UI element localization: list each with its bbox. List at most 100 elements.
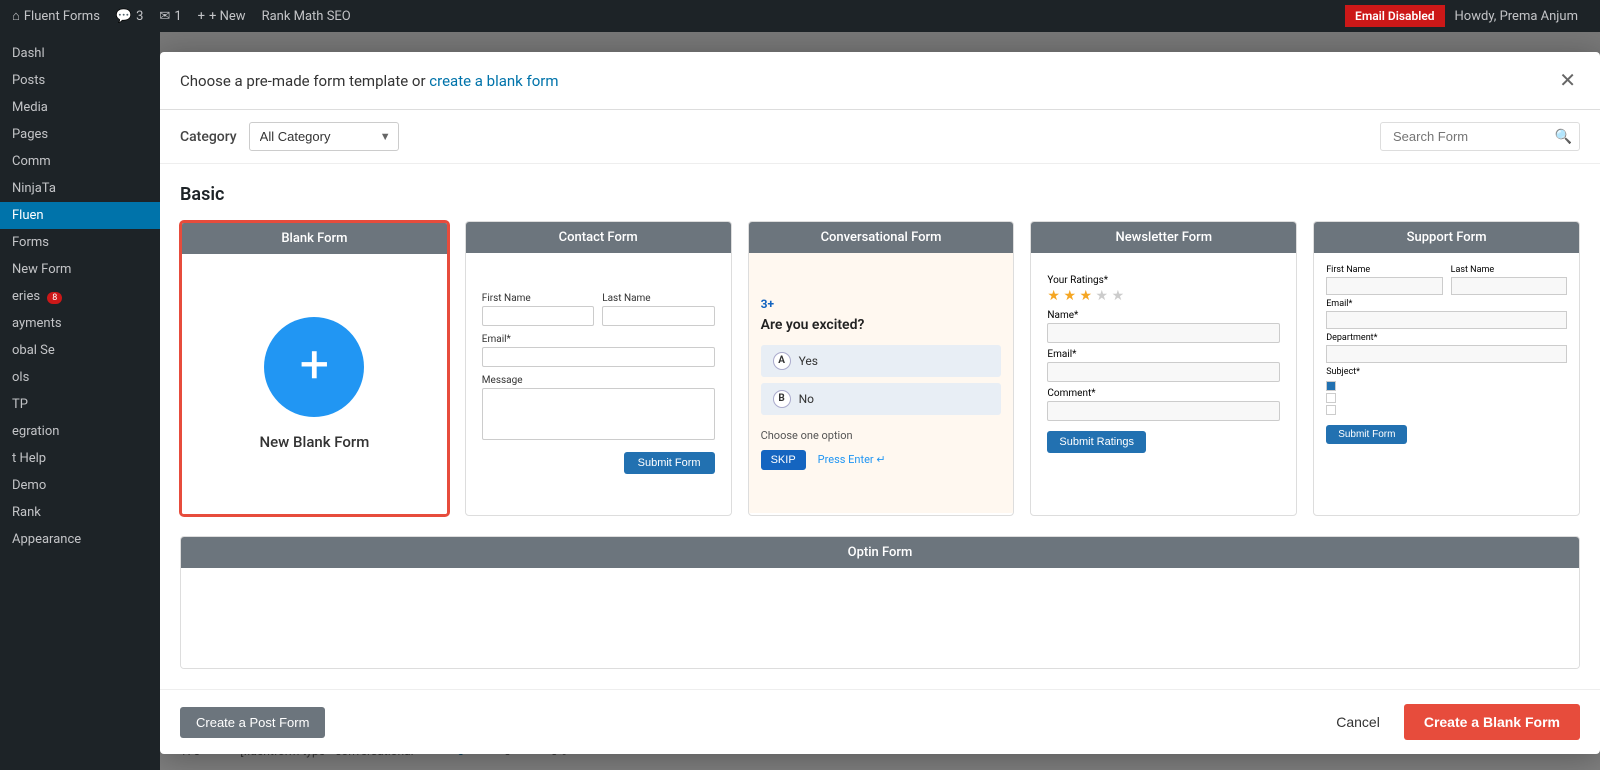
rank-math-item[interactable]: Rank Math SEO [262, 9, 351, 24]
newsletter-email-input [1047, 362, 1280, 382]
message-icon: ✉ [159, 9, 170, 24]
contact-lastname-field: Last Name [602, 293, 714, 326]
optin-form-body [181, 568, 1579, 668]
email-disabled-badge[interactable]: Email Disabled [1345, 5, 1444, 27]
sidebar-item-comments[interactable]: Comm [0, 148, 160, 175]
conv-footer: SKIP Press Enter ↵ [761, 450, 1002, 470]
newsletter-name-input [1047, 323, 1280, 343]
template-card-support[interactable]: Support Form First Name [1313, 221, 1580, 516]
conv-skip-btn: SKIP [761, 450, 806, 470]
star-1: ★ [1047, 288, 1060, 304]
sidebar-item-tools[interactable]: ols [0, 364, 160, 391]
newsletter-form-header: Newsletter Form [1031, 222, 1296, 253]
optin-form-header: Optin Form [181, 537, 1579, 568]
sidebar-item-help[interactable]: t Help [0, 445, 160, 472]
howdy-text: Howdy, Prema Anjum [1445, 9, 1588, 24]
sidebar-item-posts[interactable]: Posts [0, 67, 160, 94]
newsletter-form-body: Your Ratings* ★ ★ ★ ★ ★ Name* [1031, 253, 1296, 513]
sidebar-item-pages[interactable]: Pages [0, 121, 160, 148]
modal-close-button[interactable]: ✕ [1555, 68, 1580, 93]
search-form-input[interactable] [1380, 122, 1580, 151]
sidebar-item-demo[interactable]: Demo [0, 472, 160, 499]
admin-bar: ⌂ Fluent Forms 💬 3 ✉ 1 + + New Rank Math… [0, 0, 1600, 32]
firstname-input [482, 306, 594, 326]
sidebar-item-dashboard[interactable]: Dashl [0, 40, 160, 67]
sidebar-item-media[interactable]: Media [0, 94, 160, 121]
sidebar-item-appearance[interactable]: Appearance [0, 526, 160, 553]
sidebar-item-ninja[interactable]: NinjaTa [0, 175, 160, 202]
newsletter-comment-input [1047, 401, 1280, 421]
category-select[interactable]: All Category Basic E-commerce Marketing … [249, 122, 399, 151]
lastname-input [602, 306, 714, 326]
contact-email-field: Email* [482, 334, 715, 367]
modal: Choose a pre-made form template or creat… [160, 52, 1600, 754]
create-blank-link[interactable]: create a blank form [429, 72, 558, 90]
support-email-input [1326, 311, 1567, 329]
star-5: ★ [1112, 288, 1125, 304]
conv-option-b: B No [761, 383, 1002, 415]
footer-right: Cancel Create a Blank Form [1324, 704, 1580, 740]
contact-email-row: Email* [482, 334, 715, 367]
create-post-form-button[interactable]: Create a Post Form [180, 707, 325, 738]
sidebar-item-global[interactable]: obal Se [0, 337, 160, 364]
newsletter-comment-label: Comment* [1047, 388, 1280, 399]
admin-bar-right: Email Disabled Howdy, Prema Anjum [1345, 5, 1588, 27]
new-item[interactable]: + + New [198, 9, 246, 24]
contact-message-row: Message [482, 375, 715, 440]
message-textarea [482, 388, 715, 440]
site-name-item[interactable]: ⌂ Fluent Forms [12, 8, 100, 24]
contact-form-preview: First Name Last Name [482, 293, 715, 474]
support-check-2 [1326, 393, 1567, 403]
template-card-blank[interactable]: Blank Form + New Blank Form [180, 221, 449, 516]
check-box-1 [1326, 381, 1336, 391]
check-box-3 [1326, 405, 1336, 415]
sidebar-item-payments[interactable]: ayments [0, 310, 160, 337]
lastname-label: Last Name [602, 293, 714, 304]
support-lastname-label: Last Name [1451, 265, 1567, 275]
modal-footer: Create a Post Form Cancel Create a Blank… [160, 689, 1600, 754]
search-submit-button[interactable]: 🔍 [1555, 128, 1572, 145]
modal-overlay: Choose a pre-made form template or creat… [160, 32, 1600, 770]
conv-option-a: A Yes [761, 345, 1002, 377]
create-blank-form-button[interactable]: Create a Blank Form [1404, 704, 1580, 740]
sidebar-item-forms[interactable]: Forms [0, 229, 160, 256]
support-email-label: Email* [1326, 299, 1567, 309]
contact-firstname-field: First Name [482, 293, 594, 326]
sidebar-item-rank[interactable]: Rank [0, 499, 160, 526]
cancel-button[interactable]: Cancel [1324, 706, 1392, 738]
newsletter-submit-btn: Submit Ratings [1047, 431, 1146, 453]
messages-item[interactable]: ✉ 1 [159, 9, 181, 24]
sidebar-item-fluent[interactable]: Fluen [0, 202, 160, 229]
conv-form-body: 3+ Are you excited? A Yes B No [749, 253, 1014, 513]
modal-body: Basic Blank Form + New Blank Form [160, 164, 1600, 689]
contact-message-field: Message [482, 375, 715, 440]
newsletter-email-label: Email* [1047, 349, 1280, 360]
conv-option-b-label: No [799, 392, 814, 406]
support-check-1 [1326, 381, 1567, 391]
template-card-optin[interactable]: Optin Form [180, 536, 1580, 669]
support-firstname-input [1326, 277, 1442, 295]
category-label: Category [180, 129, 237, 145]
support-preview: First Name Last Name Email* [1326, 265, 1567, 444]
category-select-wrapper: All Category Basic E-commerce Marketing … [249, 122, 399, 151]
blank-form-label: New Blank Form [259, 433, 369, 451]
modal-header-text: Choose a pre-made form template or creat… [180, 72, 559, 90]
sidebar: Dashl Posts Media Pages Comm NinjaTa Flu… [0, 32, 160, 770]
sidebar-item-integrations[interactable]: egration [0, 418, 160, 445]
conv-form-header: Conversational Form [749, 222, 1014, 253]
support-name-row: First Name Last Name [1326, 265, 1567, 295]
template-card-newsletter[interactable]: Newsletter Form Your Ratings* ★ ★ ★ ★ [1030, 221, 1297, 516]
plus-icon: + [300, 339, 330, 391]
email-input [482, 347, 715, 367]
conv-enter-hint: Press Enter ↵ [818, 453, 886, 466]
support-submit-btn: Submit Form [1326, 425, 1407, 444]
template-card-conversational[interactable]: Conversational Form 3+ Are you excited? … [748, 221, 1015, 516]
template-card-contact[interactable]: Contact Form First Name [465, 221, 732, 516]
sidebar-item-smtp[interactable]: TP [0, 391, 160, 418]
support-check-3 [1326, 405, 1567, 415]
sidebar-item-new-form[interactable]: New Form [0, 256, 160, 283]
newsletter-preview: Your Ratings* ★ ★ ★ ★ ★ Name* [1047, 269, 1280, 453]
sidebar-item-entries[interactable]: eries 8 [0, 283, 160, 310]
conv-option-a-letter: A [773, 352, 791, 370]
comments-item[interactable]: 💬 3 [116, 9, 144, 24]
